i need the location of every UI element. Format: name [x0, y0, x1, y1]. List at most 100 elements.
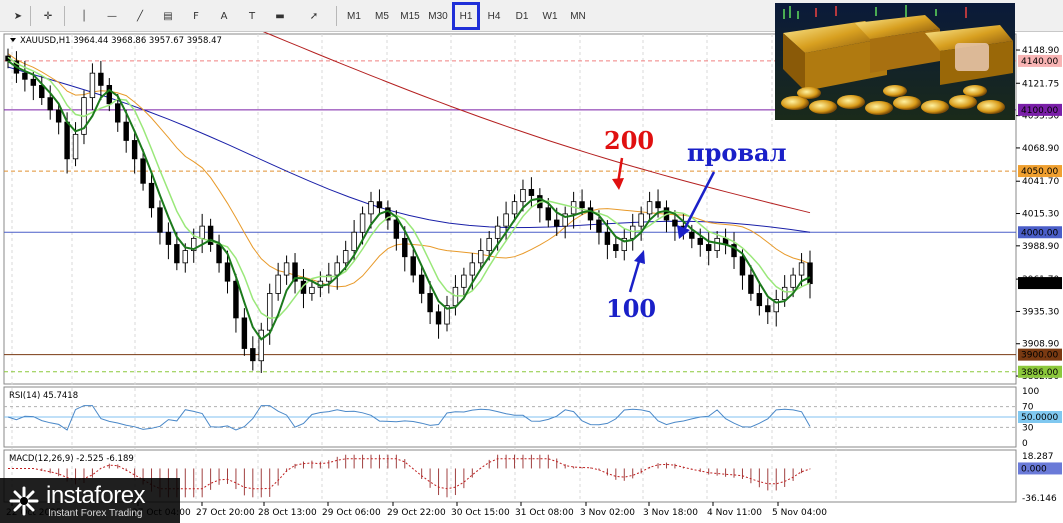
cursor-icon[interactable]: ➤	[6, 4, 30, 28]
candle-body	[199, 225, 205, 239]
price-tick-label: 4068.90	[1022, 144, 1059, 154]
candle-body	[520, 189, 526, 203]
rsi-tick-label: 100	[1022, 387, 1039, 397]
candle-body	[790, 274, 796, 288]
timeframe-h1-button[interactable]: H1	[452, 2, 480, 30]
candle-body	[258, 329, 264, 362]
time-tick-label: 27 Oct 20:00	[196, 508, 255, 518]
candle-body	[739, 256, 746, 276]
arrows-icon[interactable]: ➚	[302, 4, 326, 28]
price-tick-label: 4015.30	[1022, 210, 1059, 220]
time-tick-label: 29 Oct 06:00	[322, 508, 381, 518]
candle-body	[697, 237, 703, 245]
candle-body	[613, 244, 619, 252]
promo-image	[775, 3, 1015, 120]
timeframe-d1-button[interactable]: D1	[508, 4, 536, 28]
rectangle-icon[interactable]: ▬	[268, 4, 292, 28]
annotation-dip: провал	[687, 138, 787, 167]
timeframe-mn-button[interactable]: MN	[564, 4, 592, 28]
price-marker-label: 4050.00	[1021, 167, 1058, 177]
instaforex-logo-mark-icon	[9, 486, 39, 516]
candle-body	[275, 274, 281, 294]
price-marker-label: 4000.00	[1021, 228, 1058, 238]
price-axis: 4148.904121.754095.304068.904041.704015.…	[1016, 46, 1062, 382]
rsi-level-marker-label: 50.0000	[1021, 413, 1058, 423]
candle-body	[368, 201, 374, 215]
price-marker-label: 4140.00	[1021, 57, 1058, 67]
candle-body	[98, 72, 104, 86]
candle-body	[334, 262, 340, 276]
candle-body	[359, 213, 366, 233]
instaforex-logo: instaforex Instant Forex Trading	[0, 478, 180, 523]
candle-body	[89, 72, 96, 99]
candle-body	[478, 250, 484, 264]
timeframe-m5-button[interactable]: M5	[368, 4, 396, 28]
candle-body	[39, 84, 45, 99]
candle-body	[157, 207, 163, 233]
candle-body	[72, 133, 79, 160]
candle-body	[131, 140, 138, 160]
trendline-icon[interactable]: ╱	[128, 4, 152, 28]
time-tick-label: 5 Nov 04:00	[772, 508, 827, 518]
candle-body	[266, 293, 273, 331]
candle-body	[596, 219, 602, 233]
candle-body	[503, 213, 509, 227]
candle-body	[123, 121, 129, 141]
chart-header: XAUUSD,H1 3964.44 3968.86 3957.67 3958.4…	[20, 36, 222, 46]
timeframe-m1-button[interactable]: M1	[340, 4, 368, 28]
candle-body	[342, 250, 349, 264]
candle-body	[781, 286, 788, 300]
candle-body	[250, 348, 256, 362]
candle-body	[672, 219, 678, 227]
candle-body	[182, 250, 189, 264]
text-icon[interactable]: A	[212, 4, 236, 28]
macd-zero-marker-label: 0.000	[1021, 464, 1047, 474]
candle-body	[756, 293, 763, 307]
candle-body	[410, 256, 416, 276]
price-marker-label: 4100.00	[1021, 106, 1058, 116]
candle-body	[427, 293, 433, 313]
candle-body	[216, 244, 222, 264]
candle-body	[689, 231, 695, 239]
channel-icon[interactable]: ▤	[156, 4, 180, 28]
macd-tick-label: 18.287	[1022, 452, 1054, 462]
candle-body	[655, 201, 661, 209]
candle-body	[528, 189, 535, 196]
candle-body	[486, 237, 492, 252]
crosshair-icon[interactable]: ✛	[36, 4, 60, 28]
candle-body	[241, 317, 248, 349]
candle-body	[47, 97, 53, 111]
time-tick-label: 29 Oct 22:00	[387, 508, 446, 518]
candle-body	[309, 286, 315, 294]
candle-body	[148, 182, 155, 209]
time-tick-label: 30 Oct 15:00	[451, 508, 510, 518]
text-label-icon[interactable]: T	[240, 4, 264, 28]
candle-body	[494, 225, 501, 239]
price-tick-label: 4041.70	[1022, 177, 1059, 187]
candle-body	[579, 201, 585, 209]
time-tick-label: 3 Nov 18:00	[643, 508, 698, 518]
candle-body	[807, 262, 813, 285]
horizontal-line-icon[interactable]: —	[100, 4, 124, 28]
timeframe-w1-button[interactable]: W1	[536, 4, 564, 28]
timeframe-m30-button[interactable]: M30	[424, 4, 452, 28]
candle-body	[55, 109, 62, 123]
timeframe-m15-button[interactable]: M15	[396, 4, 424, 28]
price-tick-label: 4148.90	[1022, 46, 1059, 56]
candle-body	[106, 84, 113, 105]
time-tick-label: 3 Nov 02:00	[580, 508, 635, 518]
candle-body	[174, 244, 180, 264]
macd-label: MACD(12,26,9) -2.525 -6.189	[9, 454, 134, 464]
candle-body	[283, 262, 290, 276]
time-tick-label: 31 Oct 08:00	[515, 508, 574, 518]
candle-body	[765, 305, 771, 313]
toolbar-separator	[336, 6, 337, 26]
candle-body	[351, 231, 357, 252]
price-tick-label: 3935.30	[1022, 307, 1059, 317]
price-tick-label: 3908.90	[1022, 340, 1059, 350]
vertical-line-icon[interactable]: │	[72, 4, 96, 28]
candle-body	[554, 219, 560, 227]
timeframe-h4-button[interactable]: H4	[480, 4, 508, 28]
candle-body	[705, 244, 712, 252]
fibonacci-icon[interactable]: F	[184, 4, 208, 28]
